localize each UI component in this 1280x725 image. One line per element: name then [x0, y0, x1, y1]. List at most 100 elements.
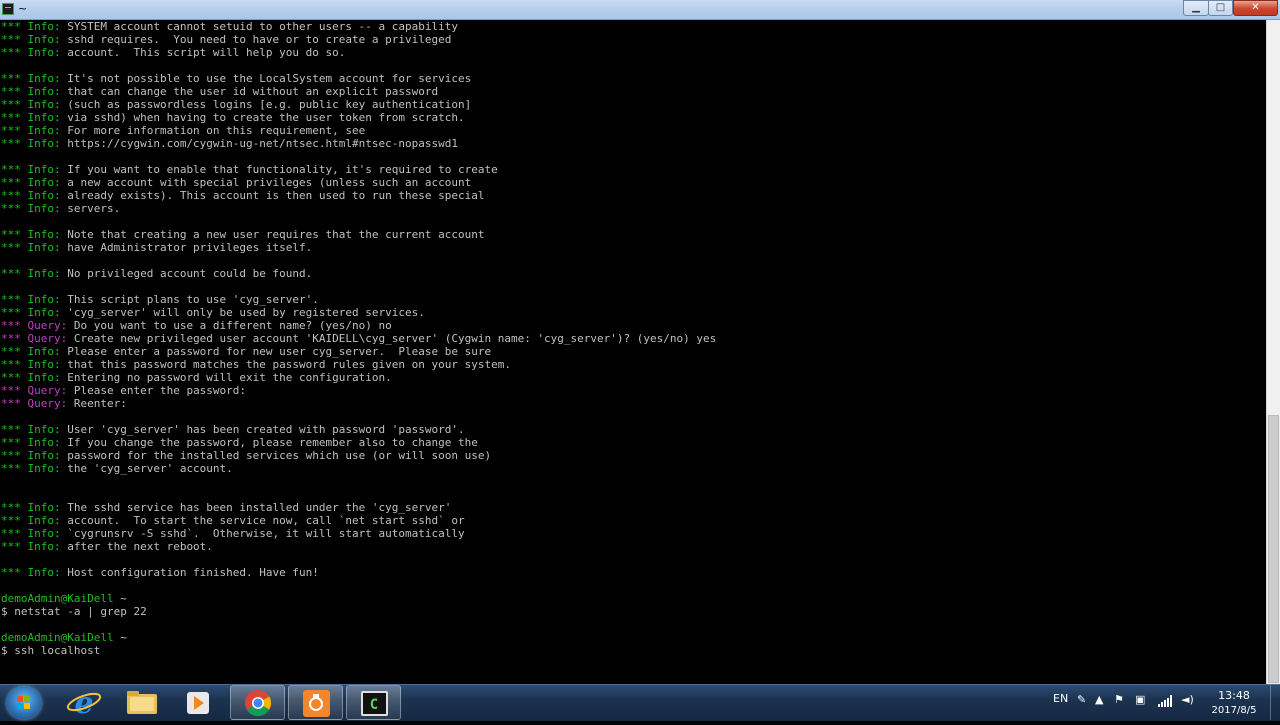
- line-prefix: *** Info:: [1, 514, 61, 527]
- terminal-icon: C: [361, 691, 388, 716]
- minimize-button[interactable]: ▁: [1183, 0, 1209, 16]
- action-center-flag-icon[interactable]: ⚑: [1114, 693, 1124, 706]
- line-prefix: *** Info:: [1, 189, 61, 202]
- line-prefix: *** Query:: [1, 319, 68, 332]
- terminal-line: *** Info: No privileged account could be…: [1, 267, 716, 280]
- taskbar-cygwin-terminal[interactable]: C: [346, 685, 401, 720]
- line-text: 'cyg_server' will only be used by regist…: [60, 306, 425, 319]
- terminal-line: $ netstat -a | grep 22: [1, 605, 716, 618]
- taskbar-orange-app[interactable]: [288, 685, 343, 720]
- terminal-line: *** Info: 'cyg_server' will only be used…: [1, 306, 716, 319]
- cygwin-terminal-icon[interactable]: [2, 3, 14, 15]
- terminal-line: *** Info: already exists). This account …: [1, 189, 716, 202]
- terminal-line: *** Info: that can change the user id wi…: [1, 85, 716, 98]
- line-text: that can change the user id without an e…: [60, 85, 439, 98]
- line-prefix: *** Query:: [1, 384, 68, 397]
- taskbar-chrome[interactable]: [230, 685, 285, 720]
- line-prefix: *** Info:: [1, 124, 61, 137]
- taskbar-media-player[interactable]: [171, 685, 226, 720]
- line-prefix: *** Info:: [1, 46, 61, 59]
- start-button[interactable]: [7, 687, 41, 719]
- terminal-line: demoAdmin@KaiDell ~: [1, 631, 716, 644]
- line-text: SYSTEM account cannot setuid to other us…: [60, 20, 458, 33]
- line-text: For more information on this requirement…: [60, 124, 366, 137]
- window-title-bar[interactable]: ~ ▁ □ ✕: [0, 0, 1280, 20]
- line-text: already exists). This account is then us…: [60, 189, 485, 202]
- close-button[interactable]: ✕: [1233, 0, 1278, 16]
- line-text: after the next reboot.: [60, 540, 213, 553]
- line-text: It's not possible to use the LocalSystem…: [60, 72, 472, 85]
- terminal-line: *** Info: via sshd) when having to creat…: [1, 111, 716, 124]
- command-text: $ netstat -a | grep 22: [1, 605, 147, 618]
- ie-icon: e: [66, 686, 102, 721]
- volume-icon[interactable]: ◄): [1181, 693, 1194, 706]
- line-prefix: *** Info:: [1, 33, 61, 46]
- terminal-line: *** Query: Reenter:: [1, 397, 716, 410]
- line-text: a new account with special privileges (u…: [60, 176, 472, 189]
- maximize-button[interactable]: □: [1208, 0, 1233, 16]
- terminal-line: *** Info: The sshd service has been inst…: [1, 501, 716, 514]
- line-text: password for the installed services whic…: [60, 449, 492, 462]
- line-prefix: *** Info:: [1, 137, 61, 150]
- terminal-line: *** Query: Do you want to use a differen…: [1, 319, 716, 332]
- line-prefix: *** Info:: [1, 436, 61, 449]
- line-text: This script plans to use 'cyg_server'.: [60, 293, 319, 306]
- terminal-line: *** Info: a new account with special pri…: [1, 176, 716, 189]
- line-prefix: *** Info:: [1, 371, 61, 384]
- terminal-line: demoAdmin@KaiDell ~: [1, 592, 716, 605]
- ime-icon[interactable]: ✎: [1077, 693, 1086, 706]
- terminal-line: *** Info: Note that creating a new user …: [1, 228, 716, 241]
- terminal-line: *** Info: the 'cyg_server' account.: [1, 462, 716, 475]
- clock-time: 13:48: [1218, 689, 1250, 702]
- terminal-line: *** Info: sshd requires. You need to hav…: [1, 33, 716, 46]
- clock-date: 2017/8/5: [1211, 705, 1257, 716]
- line-prefix: *** Info:: [1, 72, 61, 85]
- terminal-line: *** Info: password for the installed ser…: [1, 449, 716, 462]
- windows-taskbar: e C EN ✎ ▲ ⚑ ▣ ◄) 13:48 2017/8/5: [0, 684, 1280, 721]
- command-text: $ ssh localhost: [1, 644, 101, 657]
- line-text: sshd requires. You need to have or to cr…: [60, 33, 452, 46]
- terminal-line: *** Info: This script plans to use 'cyg_…: [1, 293, 716, 306]
- scrollbar-thumb[interactable]: [1268, 415, 1279, 683]
- terminal-line: *** Info: after the next reboot.: [1, 540, 716, 553]
- taskbar-internet-explorer[interactable]: e: [57, 685, 112, 721]
- terminal-output-area[interactable]: *** Info: SYSTEM account cannot setuid t…: [0, 20, 1266, 684]
- line-prefix: *** Query:: [1, 332, 68, 345]
- line-text: Please enter a password for new user cyg…: [60, 345, 492, 358]
- terminal-line: *** Info: Entering no password will exit…: [1, 371, 716, 384]
- line-prefix: *** Info:: [1, 85, 61, 98]
- device-icon[interactable]: ▣: [1135, 693, 1145, 706]
- line-text: have Administrator privileges itself.: [60, 241, 313, 254]
- terminal-lines: *** Info: SYSTEM account cannot setuid t…: [1, 20, 716, 657]
- line-prefix: *** Info:: [1, 98, 61, 111]
- line-text: (such as passwordless logins [e.g. publi…: [60, 98, 472, 111]
- terminal-line: *** Info: account. To start the service …: [1, 514, 716, 527]
- show-desktop-button[interactable]: [1270, 685, 1280, 720]
- line-prefix: *** Info:: [1, 527, 61, 540]
- vertical-scrollbar[interactable]: [1266, 20, 1280, 684]
- prompt-user-host: demoAdmin@KaiDell: [1, 631, 114, 644]
- taskbar-file-explorer[interactable]: [114, 685, 169, 720]
- language-indicator[interactable]: EN: [1053, 692, 1068, 705]
- terminal-line: *** Info: have Administrator privileges …: [1, 241, 716, 254]
- terminal-line: $ ssh localhost: [1, 644, 716, 657]
- line-text: that this password matches the password …: [60, 358, 511, 371]
- line-text: If you change the password, please remem…: [60, 436, 478, 449]
- window-title: ~: [18, 2, 28, 15]
- line-text: account. To start the service now, call …: [60, 514, 465, 527]
- line-prefix: *** Info:: [1, 241, 61, 254]
- windows-logo-icon: [17, 696, 30, 709]
- show-hidden-icons-icon[interactable]: ▲: [1095, 693, 1103, 706]
- line-prefix: *** Info:: [1, 176, 61, 189]
- line-text: https://cygwin.com/cygwin-ug-net/ntsec.h…: [60, 137, 458, 150]
- network-signal-icon[interactable]: [1158, 694, 1174, 708]
- terminal-line: *** Query: Please enter the password:: [1, 384, 716, 397]
- line-prefix: *** Info:: [1, 20, 61, 33]
- line-prefix: *** Info:: [1, 202, 61, 215]
- svg-text:C: C: [370, 697, 378, 713]
